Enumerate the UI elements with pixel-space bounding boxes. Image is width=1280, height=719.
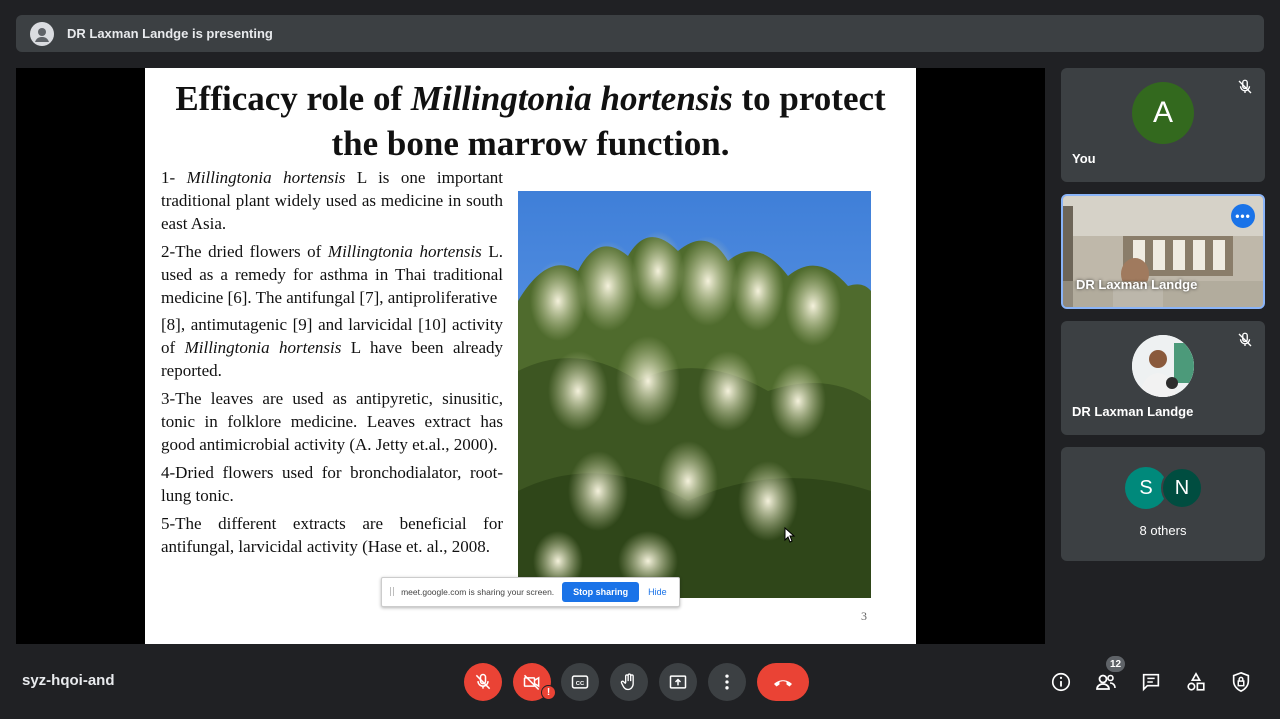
captions-icon: CC (571, 675, 589, 689)
hide-notice-button[interactable]: Hide (648, 587, 667, 597)
stop-sharing-button[interactable]: Stop sharing (562, 582, 640, 602)
participant-tile-others[interactable]: S N 8 others (1061, 447, 1265, 561)
avatar (1132, 335, 1194, 397)
drag-handle-icon[interactable]: || (389, 587, 395, 597)
svg-text:CC: CC (576, 681, 585, 687)
mic-off-icon (1238, 332, 1252, 347)
present-now-button[interactable] (659, 663, 697, 701)
participant-name: You (1072, 151, 1096, 166)
meeting-code: syz-hqoi-and (22, 672, 115, 689)
presenting-text: DR Laxman Landge is presenting (67, 26, 273, 41)
mouse-cursor-icon (784, 527, 796, 543)
more-options-icon (725, 674, 729, 690)
chat-button[interactable] (1138, 669, 1164, 695)
camera-alert-badge: ! (541, 685, 556, 700)
slide-paragraph: [8], antimutagenic [9] and larvicidal [1… (161, 315, 503, 380)
slide-body-text: 1- Millingtonia hortensis L is one impor… (161, 166, 503, 563)
people-button[interactable] (1093, 669, 1119, 695)
mic-toggle-button[interactable] (464, 663, 502, 701)
participant-name: DR Laxman Landge (1072, 404, 1194, 419)
present-icon (669, 675, 687, 689)
sharing-notice-text: meet.google.com is sharing your screen. (401, 587, 555, 597)
tree-photo (518, 191, 871, 598)
leave-call-icon (774, 680, 792, 687)
presenting-banner: DR Laxman Landge is presenting (16, 15, 1264, 52)
raise-hand-icon (620, 673, 634, 691)
slide-paragraph: 5-The different extracts are beneficial … (161, 514, 503, 556)
chat-icon (1142, 673, 1160, 692)
info-icon (1051, 672, 1071, 692)
screen-sharing-notice: || meet.google.com is sharing your scree… (381, 577, 680, 607)
captions-button[interactable]: CC (561, 663, 599, 701)
host-controls-icon (1232, 671, 1250, 693)
others-count-label: 8 others (1139, 523, 1187, 538)
slide-paragraph: 4-Dried flowers used for bronchodialator… (161, 463, 503, 505)
avatar: N (1161, 467, 1203, 509)
slide-paragraph: 2-The dried flowers of Millingtonia hort… (161, 242, 504, 307)
presenter-avatar (30, 21, 54, 46)
camera-off-icon (523, 674, 540, 691)
more-options-icon[interactable]: ••• (1231, 204, 1255, 228)
participant-name: DR Laxman Landge (1076, 277, 1198, 292)
slide-paragraph: 3-The leaves are used as antipyretic, si… (161, 389, 503, 454)
activities-button[interactable] (1183, 669, 1209, 695)
avatar: A (1132, 82, 1194, 144)
mic-off-icon (1238, 79, 1252, 94)
participant-tile-video[interactable]: ••• DR Laxman Landge (1061, 194, 1265, 309)
people-icon (1096, 674, 1116, 690)
leave-call-button[interactable] (757, 663, 809, 701)
host-controls-button[interactable] (1228, 669, 1254, 695)
slide-paragraph: 1- Millingtonia hortensis L is one impor… (161, 168, 503, 233)
participant-tile-you[interactable]: A You (1061, 68, 1265, 182)
raise-hand-button[interactable] (610, 663, 648, 701)
more-options-button[interactable] (708, 663, 746, 701)
activities-icon (1187, 672, 1205, 691)
slide-title: Efficacy role of Millingtonia hortensis … (175, 79, 886, 163)
meeting-details-button[interactable] (1048, 669, 1074, 695)
participant-tile-dr[interactable]: DR Laxman Landge (1061, 321, 1265, 435)
mic-off-icon (475, 673, 491, 690)
slide-page-number: 3 (861, 609, 867, 623)
people-count-badge: 12 (1106, 656, 1125, 672)
